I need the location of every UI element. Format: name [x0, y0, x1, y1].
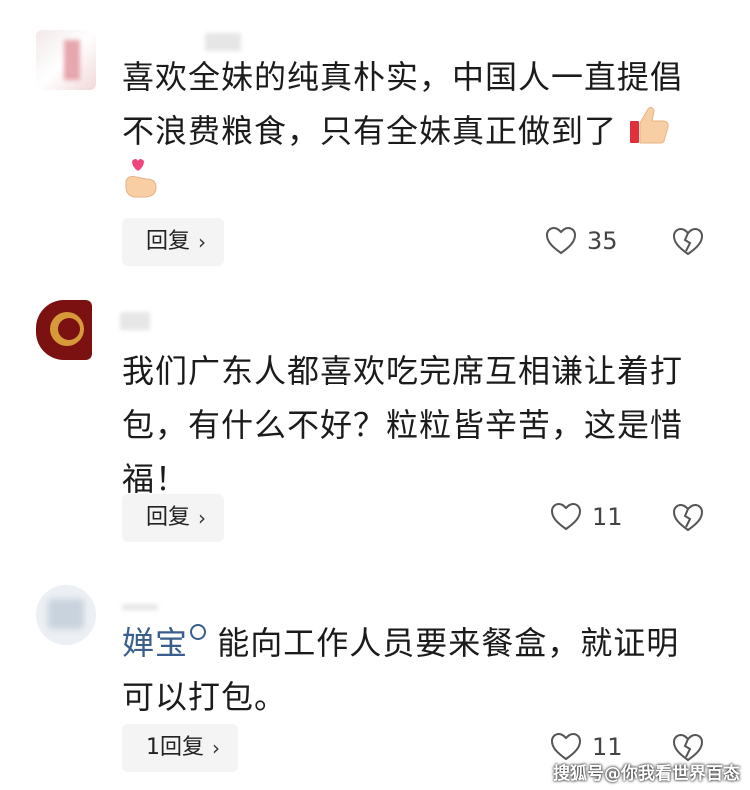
username[interactable] — [120, 312, 150, 330]
avatar[interactable] — [36, 30, 96, 90]
reply-label: 回复 — [146, 505, 191, 530]
reply-button[interactable]: 1回复 › — [122, 724, 238, 772]
watermark: 搜狐号@你我看世界百态 — [553, 764, 740, 784]
like-count: 11 — [592, 503, 623, 531]
avatar[interactable] — [36, 300, 92, 360]
reply-button[interactable]: 回复 › — [122, 494, 225, 542]
username[interactable] — [205, 33, 241, 51]
like-count: 11 — [592, 733, 623, 761]
comment-text: 我们广东人都喜欢吃完席互相谦让着打包，有什么不好？粒粒皆辛苦，这是惜福！ — [122, 344, 702, 506]
chevron-right-icon: › — [198, 230, 207, 254]
like-count: 35 — [587, 227, 618, 255]
heart-icon — [550, 732, 582, 761]
search-icon — [190, 624, 207, 640]
chevron-right-icon: › — [212, 736, 220, 760]
comment-text: 婵宝 能向工作人员要来餐盒，就证明可以打包。 — [122, 616, 702, 724]
broken-heart-icon[interactable] — [672, 227, 704, 257]
comment-text-content: 能向工作人员要来餐盒，就证明可以打包。 — [122, 624, 680, 716]
finger-heart-icon — [122, 157, 162, 217]
mention-username[interactable]: 婵宝 — [122, 624, 188, 662]
reply-label: 1回复 — [146, 735, 204, 760]
like-button[interactable]: 11 — [550, 502, 623, 532]
comment-text-content: 喜欢全妹的纯真朴实，中国人一直提倡不浪费粮食，只有全妹真正做到了 — [122, 58, 684, 150]
username[interactable] — [122, 604, 158, 610]
heart-icon — [550, 502, 582, 531]
reply-label: 回复 — [146, 229, 191, 254]
like-button[interactable]: 11 — [550, 732, 623, 762]
avatar[interactable] — [36, 585, 96, 645]
broken-heart-icon[interactable] — [672, 503, 704, 533]
thumbs-up-icon — [628, 105, 670, 161]
like-button[interactable]: 35 — [545, 226, 618, 256]
chevron-right-icon: › — [198, 506, 207, 530]
reply-button[interactable]: 回复 › — [122, 218, 225, 266]
comment-text-content: 我们广东人都喜欢吃完席互相谦让着打包，有什么不好？粒粒皆辛苦，这是惜福！ — [122, 352, 684, 498]
comment-text: 喜欢全妹的纯真朴实，中国人一直提倡不浪费粮食，只有全妹真正做到了 — [122, 50, 702, 217]
heart-icon — [545, 226, 577, 255]
